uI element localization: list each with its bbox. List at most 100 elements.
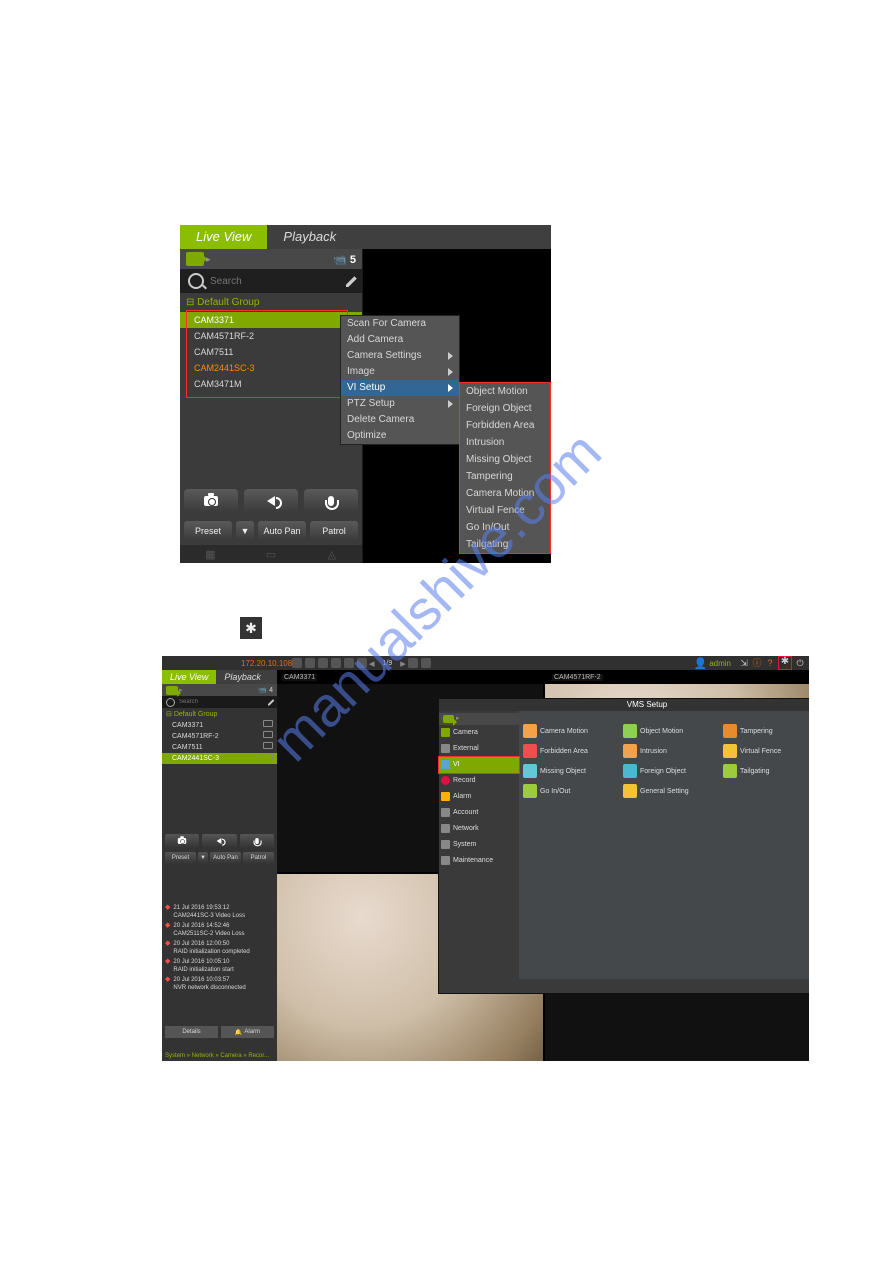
gear-icon: ✱ — [240, 617, 262, 639]
next-page-icon[interactable]: ▸ — [400, 657, 406, 670]
vi-option[interactable]: Tampering — [723, 721, 809, 741]
prev-page-icon[interactable]: ◂ — [369, 657, 375, 670]
snapshot-button[interactable] — [165, 834, 199, 848]
toolbar-icon[interactable] — [292, 658, 302, 668]
dialog-footer: Close — [439, 979, 809, 993]
side-item[interactable]: Record — [439, 773, 519, 789]
menu-item-vi-setup[interactable]: VI Setup — [341, 380, 459, 396]
mic-button[interactable] — [240, 834, 274, 848]
patrol-button[interactable]: Patrol — [243, 852, 274, 864]
vi-option[interactable]: Go In/Out — [523, 781, 623, 801]
menu-item[interactable]: Tailgating — [460, 536, 550, 553]
layout-grid-icon[interactable]: ▦ — [180, 545, 241, 563]
snapshot-button[interactable] — [184, 489, 238, 513]
camera-row[interactable]: CAM2441SC-3 — [180, 360, 362, 376]
dropdown-button[interactable]: ▼ — [236, 521, 254, 541]
side-item[interactable]: Alarm — [439, 789, 519, 805]
vi-option[interactable]: Foreign Object — [623, 761, 723, 781]
side-item[interactable]: Maintenance — [439, 853, 519, 869]
vi-option[interactable]: Tailgating — [723, 761, 809, 781]
vi-label: Tampering — [740, 728, 773, 735]
menu-item[interactable]: Camera Settings — [341, 348, 459, 364]
camera-row[interactable]: CAM2441SC-3 — [162, 753, 277, 764]
menu-item[interactable]: Delete Camera — [341, 412, 459, 428]
autopan-button[interactable]: Auto Pan — [210, 852, 241, 864]
toolbar-icon[interactable] — [318, 658, 328, 668]
toolbar-icon[interactable] — [421, 658, 431, 668]
vi-option[interactable]: General Setting — [623, 781, 723, 801]
audio-button[interactable] — [202, 834, 236, 848]
camera-row[interactable]: CAM7511 — [162, 742, 277, 753]
menu-item[interactable]: Add Camera — [341, 332, 459, 348]
tab-live-view[interactable]: Live View — [180, 225, 267, 249]
menu-item[interactable]: Scan For Camera — [341, 316, 459, 332]
menu-item[interactable]: Camera Motion — [460, 485, 550, 502]
help-icon[interactable]: ? — [765, 658, 775, 668]
camera-row[interactable]: CAM3371 — [180, 312, 362, 328]
preset-button[interactable]: Preset — [184, 521, 232, 541]
system-icon — [441, 840, 450, 849]
side-item[interactable]: System — [439, 837, 519, 853]
audio-button[interactable] — [244, 489, 298, 513]
toolbar-icon[interactable] — [305, 658, 315, 668]
menu-item[interactable]: Forbidden Area — [460, 417, 550, 434]
side-item[interactable]: Account — [439, 805, 519, 821]
vi-option[interactable]: Missing Object — [523, 761, 623, 781]
settings-icon[interactable]: ✱ — [778, 656, 792, 670]
export-icon[interactable]: ⇲ — [739, 658, 749, 668]
menu-item[interactable]: Tampering — [460, 468, 550, 485]
search-input[interactable] — [177, 698, 268, 706]
search-input[interactable] — [208, 275, 346, 288]
vi-icon — [623, 744, 637, 758]
menu-item[interactable]: Go In/Out — [460, 519, 550, 536]
toolbar-icon[interactable] — [331, 658, 341, 668]
camera-row[interactable]: CAM3371 — [162, 720, 277, 731]
preset-button[interactable]: Preset — [165, 852, 196, 864]
menu-item[interactable]: Missing Object — [460, 451, 550, 468]
menu-item[interactable]: Image — [341, 364, 459, 380]
tab-playback[interactable]: Playback — [216, 670, 269, 684]
vi-option[interactable]: Intrusion — [623, 741, 723, 761]
side-item[interactable]: Camera — [439, 725, 519, 741]
vi-option[interactable]: Object Motion — [623, 721, 723, 741]
side-item[interactable]: Network — [439, 821, 519, 837]
dropdown-button[interactable]: ▼ — [198, 852, 208, 864]
menu-item[interactable]: PTZ Setup — [341, 396, 459, 412]
group-header[interactable]: ⊟ Default Group — [162, 708, 277, 720]
toolbar-icon[interactable] — [357, 658, 367, 668]
alarm-button[interactable]: 🔔Alarm — [221, 1026, 274, 1038]
vi-option[interactable]: Forbidden Area — [523, 741, 623, 761]
side-item[interactable]: External — [439, 741, 519, 757]
vi-option[interactable]: Virtual Fence — [723, 741, 809, 761]
camera-row[interactable]: CAM4571RF-2 — [162, 731, 277, 742]
menu-item[interactable]: Optimize — [341, 428, 459, 444]
search-row — [162, 696, 277, 708]
camera-row[interactable]: CAM7511 — [180, 344, 362, 360]
menu-item[interactable]: Object Motion — [460, 383, 550, 400]
menu-item[interactable]: Virtual Fence — [460, 502, 550, 519]
details-button[interactable]: Details — [165, 1026, 218, 1038]
camera-row[interactable]: CAM3471M — [180, 376, 362, 392]
side-item-vi[interactable]: VI — [439, 757, 519, 773]
info-icon[interactable]: ⓘ — [752, 658, 762, 668]
edit-icon[interactable] — [346, 275, 358, 287]
mic-button[interactable] — [304, 489, 358, 513]
menu-item[interactable]: Foreign Object — [460, 400, 550, 417]
power-icon[interactable]: ⏻ — [795, 658, 805, 668]
layout-misc-icon[interactable]: ◬ — [301, 545, 362, 563]
toolbar-icon[interactable] — [408, 658, 418, 668]
vi-icon — [523, 764, 537, 778]
layout-single-icon[interactable]: ▭ — [241, 545, 302, 563]
autopan-button[interactable]: Auto Pan — [258, 521, 306, 541]
vi-option[interactable]: Camera Motion — [523, 721, 623, 741]
camera-row[interactable]: CAM4571RF-2 — [180, 328, 362, 344]
patrol-button[interactable]: Patrol — [310, 521, 358, 541]
edit-icon[interactable] — [268, 699, 275, 706]
group-header[interactable]: ⊟ Default Group — [180, 293, 362, 312]
tab-playback[interactable]: Playback — [267, 225, 352, 249]
event-row: ◆21 Jul 2016 19:53:12CAM2441SC-3 Video L… — [165, 904, 274, 920]
tab-live-view[interactable]: Live View — [162, 670, 216, 684]
toolbar-icon[interactable] — [344, 658, 354, 668]
menu-item[interactable]: Intrusion — [460, 434, 550, 451]
ptz-buttons: Preset ▼ Auto Pan Patrol — [184, 521, 358, 541]
